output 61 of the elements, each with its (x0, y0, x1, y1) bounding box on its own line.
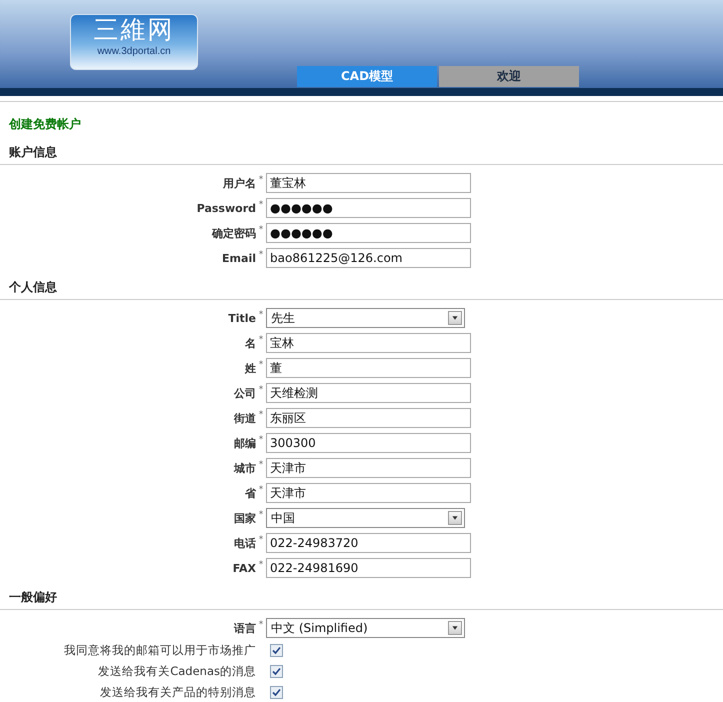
input-field[interactable]: 董 (266, 358, 471, 378)
field-label: Password (196, 202, 256, 214)
nav-tab[interactable]: 欢迎 (439, 66, 579, 87)
input-field[interactable]: 天维检测 (266, 383, 471, 403)
input-field[interactable]: ●●●●●● (266, 198, 471, 218)
field-label: 街道 (232, 410, 256, 426)
input-field[interactable]: 东丽区 (266, 408, 471, 428)
required-mark: * (258, 459, 264, 470)
required-mark: * (258, 434, 264, 445)
checkbox-label: 发送给我有关产品的特别消息 (99, 684, 256, 700)
input-field[interactable]: 天津市 (266, 458, 471, 478)
dropdown[interactable]: 先生 (266, 308, 465, 328)
checkbox-label: 发送给我有关Cadenas的消息 (97, 664, 256, 678)
required-mark: * (258, 309, 264, 320)
required-mark: * (258, 224, 264, 235)
field-label: 名 (244, 336, 256, 350)
field-label: 城市 (232, 460, 256, 476)
input-field[interactable]: ●●●●●● (266, 223, 471, 243)
section-title: 账户信息 (0, 133, 723, 165)
input-field[interactable]: 022-24983720 (266, 533, 471, 553)
required-mark: * (258, 559, 264, 570)
required-mark: * (258, 174, 264, 185)
dropdown[interactable]: 中文 (Simplified) (266, 618, 465, 638)
required-mark: * (258, 334, 264, 345)
required-mark: * (258, 384, 264, 395)
checkbox[interactable] (270, 664, 283, 678)
field-label: FAX (232, 562, 256, 574)
input-field[interactable]: 宝林 (266, 333, 471, 353)
field-label: 用户名 (222, 176, 256, 190)
required-mark: * (258, 199, 264, 210)
input-field[interactable]: bao861225@126.com (266, 248, 471, 268)
required-mark: * (258, 359, 264, 370)
input-field[interactable]: 天津市 (266, 483, 471, 503)
input-field[interactable]: 300300 (266, 433, 471, 453)
field-label: 省 (244, 486, 256, 500)
field-label: Title (227, 312, 256, 324)
field-label: Email (221, 252, 256, 264)
checkbox[interactable] (270, 644, 283, 656)
required-mark: * (258, 484, 264, 495)
field-label: 语言 (232, 620, 256, 636)
required-mark: * (258, 249, 264, 260)
section-title: 一般偏好 (0, 578, 723, 610)
checkbox-label: 我同意将我的邮箱可以用于市场推广 (63, 642, 256, 658)
field-label: 国家 (233, 510, 256, 526)
required-mark: * (258, 409, 264, 420)
required-mark: * (258, 619, 264, 630)
required-mark: * (258, 534, 264, 545)
section-title: 个人信息 (0, 268, 723, 300)
checkbox[interactable] (270, 686, 283, 698)
input-field[interactable]: 022-24981690 (266, 558, 471, 578)
page-title: 创建免费帐户 (8, 116, 82, 133)
field-label: 邮编 (233, 436, 256, 450)
field-label: 确定密码 (210, 226, 256, 240)
required-mark: * (258, 509, 264, 520)
field-label: 姓 (244, 360, 256, 376)
field-label: 电话 (233, 536, 256, 550)
dropdown[interactable]: 中国 (266, 508, 465, 528)
nav-tab[interactable]: CAD模型 (297, 66, 437, 87)
field-label: 公司 (232, 386, 256, 400)
logo[interactable]: 三維网 www.3dportal.cn (70, 14, 198, 70)
input-field[interactable]: 董宝林 (266, 173, 471, 193)
